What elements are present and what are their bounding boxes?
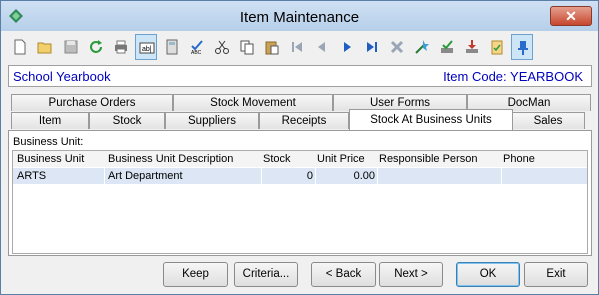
previous-record-icon[interactable] <box>311 34 333 60</box>
import-icon[interactable] <box>461 34 483 60</box>
save-icon[interactable] <box>60 34 82 60</box>
cell-description: Art Department <box>108 170 183 182</box>
tab-stock-movement[interactable]: Stock Movement <box>173 94 333 111</box>
item-maintenance-window: Item Maintenance ✕ ab| ABC School Yearbo… <box>0 0 599 295</box>
tab-receipts[interactable]: Receipts <box>259 112 349 129</box>
paste-icon[interactable] <box>261 34 283 60</box>
back-button[interactable]: < Back <box>311 262 376 287</box>
column-header[interactable]: Unit Price <box>317 153 365 165</box>
spellcheck-icon[interactable]: ABC <box>186 34 208 60</box>
cell-divider <box>261 168 262 184</box>
cut-icon[interactable] <box>211 34 233 60</box>
keep-button[interactable]: Keep <box>163 262 228 287</box>
svg-text:ABC: ABC <box>191 50 202 55</box>
pin-icon[interactable] <box>511 34 533 60</box>
cell-business-unit: ARTS <box>17 170 47 182</box>
column-header[interactable]: Business Unit <box>17 153 84 165</box>
tab-suppliers[interactable]: Suppliers <box>165 112 259 129</box>
toolbar: ab| ABC <box>9 34 594 62</box>
column-header[interactable]: Phone <box>503 153 535 165</box>
exit-button[interactable]: Exit <box>524 262 588 287</box>
grid-header: Business Unit Business Unit Description … <box>13 151 587 167</box>
tab-sales[interactable]: Sales <box>511 112 585 129</box>
item-code: Item Code: YEARBOOK <box>443 69 583 84</box>
next-record-icon[interactable] <box>336 34 358 60</box>
table-row[interactable]: ARTS Art Department 0 0.00 <box>13 168 587 184</box>
cell-divider <box>501 168 502 184</box>
tab-purchase-orders[interactable]: Purchase Orders <box>11 94 173 111</box>
approve-icon[interactable] <box>436 34 458 60</box>
magic-icon[interactable] <box>411 34 433 60</box>
cell-stock: 0 <box>306 170 313 182</box>
first-record-icon[interactable] <box>286 34 308 60</box>
new-icon[interactable] <box>9 34 31 60</box>
open-icon[interactable] <box>34 34 56 60</box>
window-title: Item Maintenance <box>239 9 360 26</box>
column-header[interactable]: Business Unit Description <box>108 153 233 165</box>
tab-item[interactable]: Item <box>11 112 89 129</box>
calculator-icon[interactable] <box>161 34 183 60</box>
tab-stock-at-business-units[interactable]: Stock At Business Units <box>349 109 513 130</box>
item-info-bar: School Yearbook Item Code: YEARBOOK <box>8 65 592 87</box>
textbox-icon[interactable]: ab| <box>135 34 157 60</box>
delete-icon[interactable] <box>386 34 408 60</box>
last-record-icon[interactable] <box>361 34 383 60</box>
cell-divider <box>315 168 316 184</box>
business-unit-label: Business Unit: <box>13 136 84 148</box>
item-description: School Yearbook <box>13 69 111 84</box>
ok-button[interactable]: OK <box>456 262 520 287</box>
cell-divider <box>104 168 105 184</box>
copy-icon[interactable] <box>236 34 258 60</box>
business-units-panel: Business Unit: Business Unit Business Un… <box>8 130 592 256</box>
tab-stock[interactable]: Stock <box>89 112 165 129</box>
column-header[interactable]: Responsible Person <box>379 153 477 165</box>
business-unit-grid: Business Unit Business Unit Description … <box>12 150 588 254</box>
next-button[interactable]: Next > <box>379 262 443 287</box>
cell-unit-price: 0.00 <box>353 170 375 182</box>
column-header[interactable]: Stock <box>263 153 291 165</box>
criteria-button[interactable]: Criteria... <box>234 262 298 287</box>
print-icon[interactable] <box>110 34 132 60</box>
svg-text:ab|: ab| <box>142 46 152 53</box>
title-bar: Item Maintenance ✕ <box>1 1 598 31</box>
close-button[interactable]: ✕ <box>550 6 592 26</box>
cell-divider <box>377 168 378 184</box>
refresh-icon[interactable] <box>85 34 107 60</box>
clipboard-icon[interactable] <box>486 34 508 60</box>
